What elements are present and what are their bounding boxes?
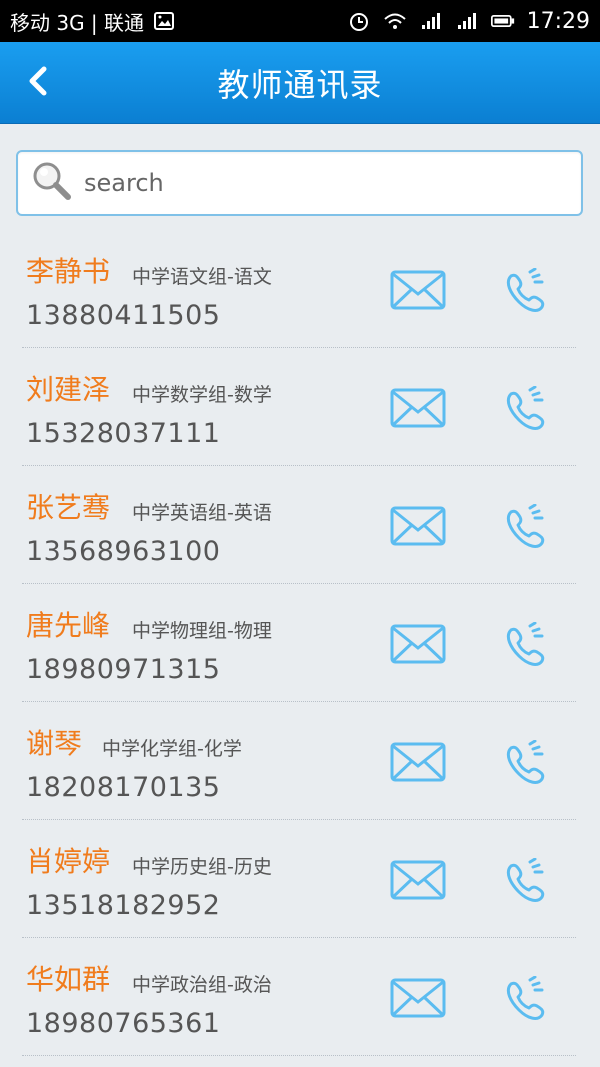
mail-icon[interactable] <box>390 624 446 664</box>
contact-phone: 13880411505 <box>26 300 221 331</box>
app-header: 教师通讯录 <box>0 42 600 124</box>
contact-name: 刘建泽 <box>26 373 111 406</box>
contact-list: 李静书 中学语文组-语文 13880411505 刘建泽 中学数学组-数学 15… <box>0 230 600 1056</box>
status-right: 17:29 <box>347 9 590 34</box>
contact-phone: 18980971315 <box>26 654 221 685</box>
contact-row[interactable]: 李静书 中学语文组-语文 13880411505 <box>0 230 600 348</box>
phone-icon[interactable] <box>502 622 548 668</box>
signal-icon <box>419 9 443 33</box>
contact-phone: 15328037111 <box>26 418 221 449</box>
contact-phone: 13518182952 <box>26 890 221 921</box>
contact-name: 李静书 <box>26 255 111 288</box>
image-icon <box>152 9 176 33</box>
contact-row[interactable]: 刘建泽 中学数学组-数学 15328037111 <box>0 348 600 466</box>
phone-icon[interactable] <box>502 976 548 1022</box>
battery-icon <box>490 9 515 33</box>
contact-name: 谢琴 <box>26 727 83 760</box>
mail-icon[interactable] <box>390 742 446 782</box>
wifi-icon <box>383 9 407 33</box>
mail-icon[interactable] <box>390 270 446 310</box>
search-box[interactable] <box>16 150 583 216</box>
contact-group: 中学历史组-历史 <box>132 856 272 878</box>
contact-phone: 18980765361 <box>26 1008 221 1039</box>
contact-group: 中学语文组-语文 <box>132 266 272 288</box>
contact-name: 肖婷婷 <box>26 845 111 878</box>
mail-icon[interactable] <box>390 506 446 546</box>
carrier-text: 移动 3G | 联通 <box>10 10 145 35</box>
phone-icon[interactable] <box>502 268 548 314</box>
contact-row[interactable]: 华如群 中学政治组-政治 18980765361 <box>0 938 600 1056</box>
contact-group: 中学英语组-英语 <box>132 502 272 524</box>
status-bar: 移动 3G | 联通 17:29 <box>0 0 600 42</box>
contact-name: 唐先峰 <box>26 609 111 642</box>
status-left: 移动 3G | 联通 <box>10 7 347 36</box>
phone-icon[interactable] <box>502 386 548 432</box>
contact-phone: 18208170135 <box>26 772 221 803</box>
search-input[interactable] <box>82 168 562 198</box>
clock: 17:29 <box>526 8 590 34</box>
contact-row[interactable]: 肖婷婷 中学历史组-历史 13518182952 <box>0 820 600 938</box>
signal-icon-2 <box>455 9 479 33</box>
contact-group: 中学数学组-数学 <box>132 384 272 406</box>
contact-row[interactable]: 谢琴 中学化学组-化学 18208170135 <box>0 702 600 820</box>
contact-phone: 13568963100 <box>26 536 221 567</box>
contact-name: 华如群 <box>26 963 111 996</box>
phone-icon[interactable] <box>502 740 548 786</box>
contact-group: 中学物理组-物理 <box>132 620 272 642</box>
mail-icon[interactable] <box>390 978 446 1018</box>
contact-row[interactable]: 唐先峰 中学物理组-物理 18980971315 <box>0 584 600 702</box>
phone-icon[interactable] <box>502 504 548 550</box>
contact-name: 张艺骞 <box>26 491 111 524</box>
search-icon <box>30 160 76 206</box>
mail-icon[interactable] <box>390 388 446 428</box>
page-title: 教师通讯录 <box>217 66 383 104</box>
search-wrap <box>16 150 583 216</box>
alarm-icon <box>347 9 371 33</box>
contact-row[interactable]: 张艺骞 中学英语组-英语 13568963100 <box>0 466 600 584</box>
mail-icon[interactable] <box>390 860 446 900</box>
phone-icon[interactable] <box>502 858 548 904</box>
contact-group: 中学化学组-化学 <box>102 738 242 760</box>
contact-group: 中学政治组-政治 <box>132 974 272 996</box>
